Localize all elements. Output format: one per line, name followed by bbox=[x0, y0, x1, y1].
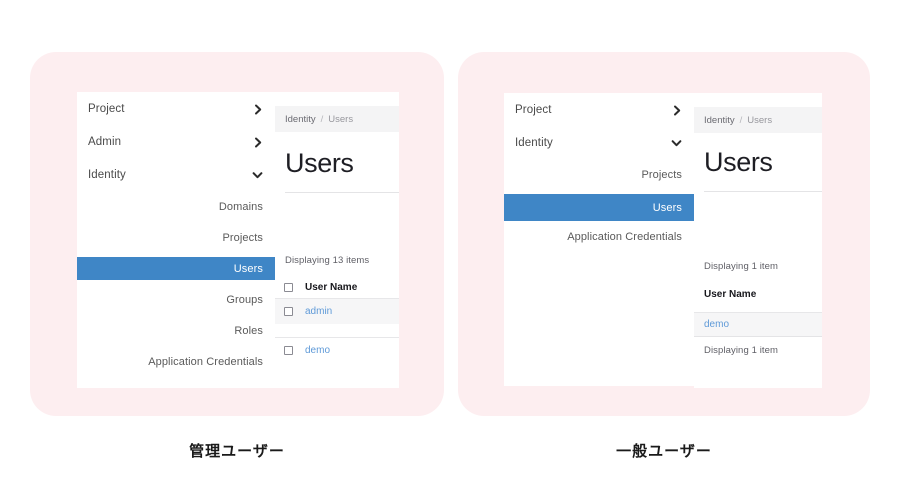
screenshot-root: Project Admin Identity Domains Projects … bbox=[0, 0, 900, 500]
chevron-right-icon bbox=[254, 104, 275, 115]
sidebar-item-label: Projects bbox=[222, 231, 263, 244]
sidebar-item-identity[interactable]: Identity bbox=[77, 163, 275, 187]
sidebar-item-domains[interactable]: Domains bbox=[77, 195, 275, 218]
sidebar-item-label: Project bbox=[88, 103, 125, 115]
sidebar-item-identity[interactable]: Identity bbox=[504, 131, 694, 155]
breadcrumb: Identity / Users bbox=[694, 107, 822, 133]
breadcrumb: Identity / Users bbox=[275, 106, 399, 132]
cell-user-name[interactable]: demo bbox=[704, 319, 729, 330]
sidebar-item-label: Groups bbox=[226, 293, 263, 306]
admin-content-panel: Identity / Users Users Displaying 13 ite… bbox=[275, 92, 399, 388]
sidebar-item-label: Application Credentials bbox=[148, 355, 263, 368]
page-title: Users bbox=[285, 148, 354, 178]
admin-nav-panel: Project Admin Identity Domains Projects … bbox=[77, 92, 275, 388]
breadcrumb-current: Users bbox=[328, 113, 354, 125]
sidebar-item-label: Identity bbox=[515, 137, 553, 149]
normal-nav-panel: Project Identity Projects Users Applicat… bbox=[504, 93, 694, 386]
breadcrumb-root[interactable]: Identity bbox=[285, 114, 316, 125]
chevron-down-icon bbox=[671, 139, 694, 148]
column-header-user-name[interactable]: User Name bbox=[302, 282, 357, 293]
table-row[interactable]: demo bbox=[275, 337, 399, 363]
sidebar-item-project[interactable]: Project bbox=[504, 98, 694, 122]
sidebar-item-projects[interactable]: Projects bbox=[504, 163, 694, 186]
sidebar-item-label: Application Credentials bbox=[567, 230, 682, 243]
breadcrumb-separator: / bbox=[320, 113, 324, 125]
select-all-checkbox[interactable] bbox=[275, 282, 302, 292]
admin-card-caption: 管理ユーザー bbox=[189, 442, 285, 460]
sidebar-item-label: Domains bbox=[218, 200, 263, 213]
sidebar-item-label: Admin bbox=[88, 136, 122, 148]
displaying-count: Displaying 13 items bbox=[285, 255, 370, 266]
breadcrumb-separator: / bbox=[739, 114, 743, 126]
sidebar-item-users[interactable]: Users bbox=[77, 257, 275, 280]
row-checkbox[interactable] bbox=[275, 346, 302, 355]
cell-user-name[interactable]: demo bbox=[302, 345, 330, 356]
sidebar-item-users[interactable]: Users bbox=[504, 194, 694, 221]
table-row[interactable]: demo bbox=[694, 312, 822, 336]
table-header-row: User Name bbox=[275, 276, 399, 298]
column-header-user-name[interactable]: User Name bbox=[704, 289, 756, 300]
sidebar-item-projects[interactable]: Projects bbox=[77, 226, 275, 249]
normal-card-caption: 一般ユーザー bbox=[616, 442, 712, 460]
displaying-count-top: Displaying 1 item bbox=[704, 261, 779, 272]
title-divider bbox=[285, 192, 399, 193]
displaying-count-bottom: Displaying 1 item bbox=[704, 345, 779, 356]
sidebar-item-label: Project bbox=[515, 104, 552, 116]
breadcrumb-root[interactable]: Identity bbox=[704, 115, 735, 126]
sidebar-item-application-credentials[interactable]: Application Credentials bbox=[77, 350, 275, 373]
sidebar-item-label: Projects bbox=[641, 168, 682, 181]
row-checkbox[interactable] bbox=[275, 307, 302, 316]
chevron-down-icon bbox=[252, 171, 275, 180]
sidebar-item-label: Roles bbox=[234, 324, 263, 337]
sidebar-item-label: Users bbox=[233, 262, 263, 275]
breadcrumb-current: Users bbox=[747, 114, 773, 126]
title-divider bbox=[704, 191, 822, 192]
table-row[interactable]: admin bbox=[275, 298, 399, 324]
sidebar-item-groups[interactable]: Groups bbox=[77, 288, 275, 311]
page-title: Users bbox=[704, 147, 773, 177]
chevron-right-icon bbox=[254, 137, 275, 148]
cell-user-name[interactable]: admin bbox=[302, 306, 332, 317]
table-bottom-divider bbox=[694, 336, 822, 337]
sidebar-item-application-credentials[interactable]: Application Credentials bbox=[504, 225, 694, 248]
sidebar-item-roles[interactable]: Roles bbox=[77, 319, 275, 342]
sidebar-item-admin[interactable]: Admin bbox=[77, 130, 275, 154]
normal-content-panel: Identity / Users Users Displaying 1 item… bbox=[694, 93, 822, 388]
sidebar-item-label: Identity bbox=[88, 169, 126, 181]
table-header-row: User Name bbox=[694, 283, 822, 305]
sidebar-item-label: Users bbox=[652, 201, 682, 214]
chevron-right-icon bbox=[673, 105, 694, 116]
sidebar-item-project[interactable]: Project bbox=[77, 97, 275, 121]
